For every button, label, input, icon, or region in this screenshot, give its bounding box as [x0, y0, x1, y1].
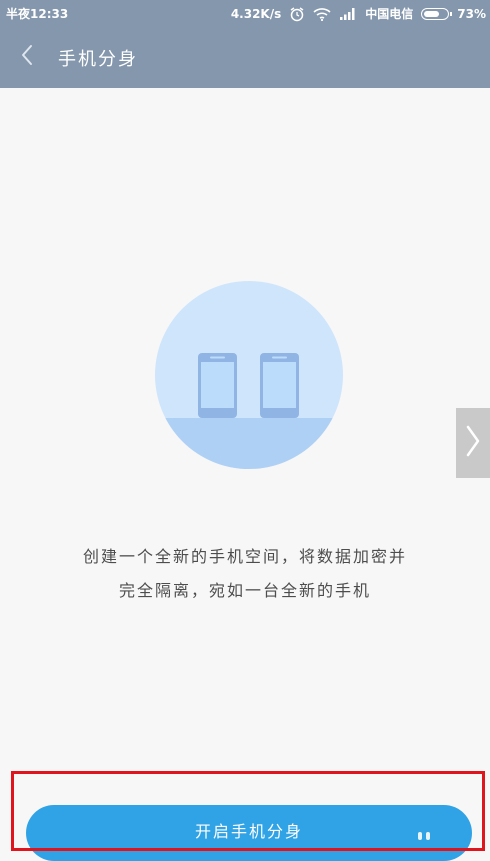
dual-phone-illustration	[155, 281, 343, 469]
app-header: 手机分身	[0, 26, 490, 88]
highlight-box	[11, 771, 485, 851]
status-indicators: 4.32K/s 中国电信 73%	[231, 5, 486, 22]
page-title: 手机分身	[58, 49, 138, 70]
description-line-2: 完全隔离，宛如一台全新的手机	[118, 581, 371, 600]
next-page-button[interactable]	[456, 408, 490, 478]
chevron-right-icon	[465, 424, 481, 462]
status-time: 半夜12:33	[6, 7, 69, 21]
signal-icon	[339, 7, 357, 20]
carrier-name: 中国电信	[365, 7, 414, 21]
chevron-left-icon	[20, 44, 34, 70]
description-line-1: 创建一个全新的手机空间，将数据加密并	[82, 547, 407, 566]
wifi-icon	[313, 7, 331, 21]
alarm-icon	[289, 6, 305, 22]
battery-icon	[421, 7, 453, 20]
battery-percent: 73%	[457, 6, 486, 21]
network-speed: 4.32K/s	[230, 6, 282, 21]
back-button[interactable]	[10, 40, 44, 74]
status-bar: 半夜12:33 4.32K/s 中国电信 73%	[0, 0, 490, 26]
